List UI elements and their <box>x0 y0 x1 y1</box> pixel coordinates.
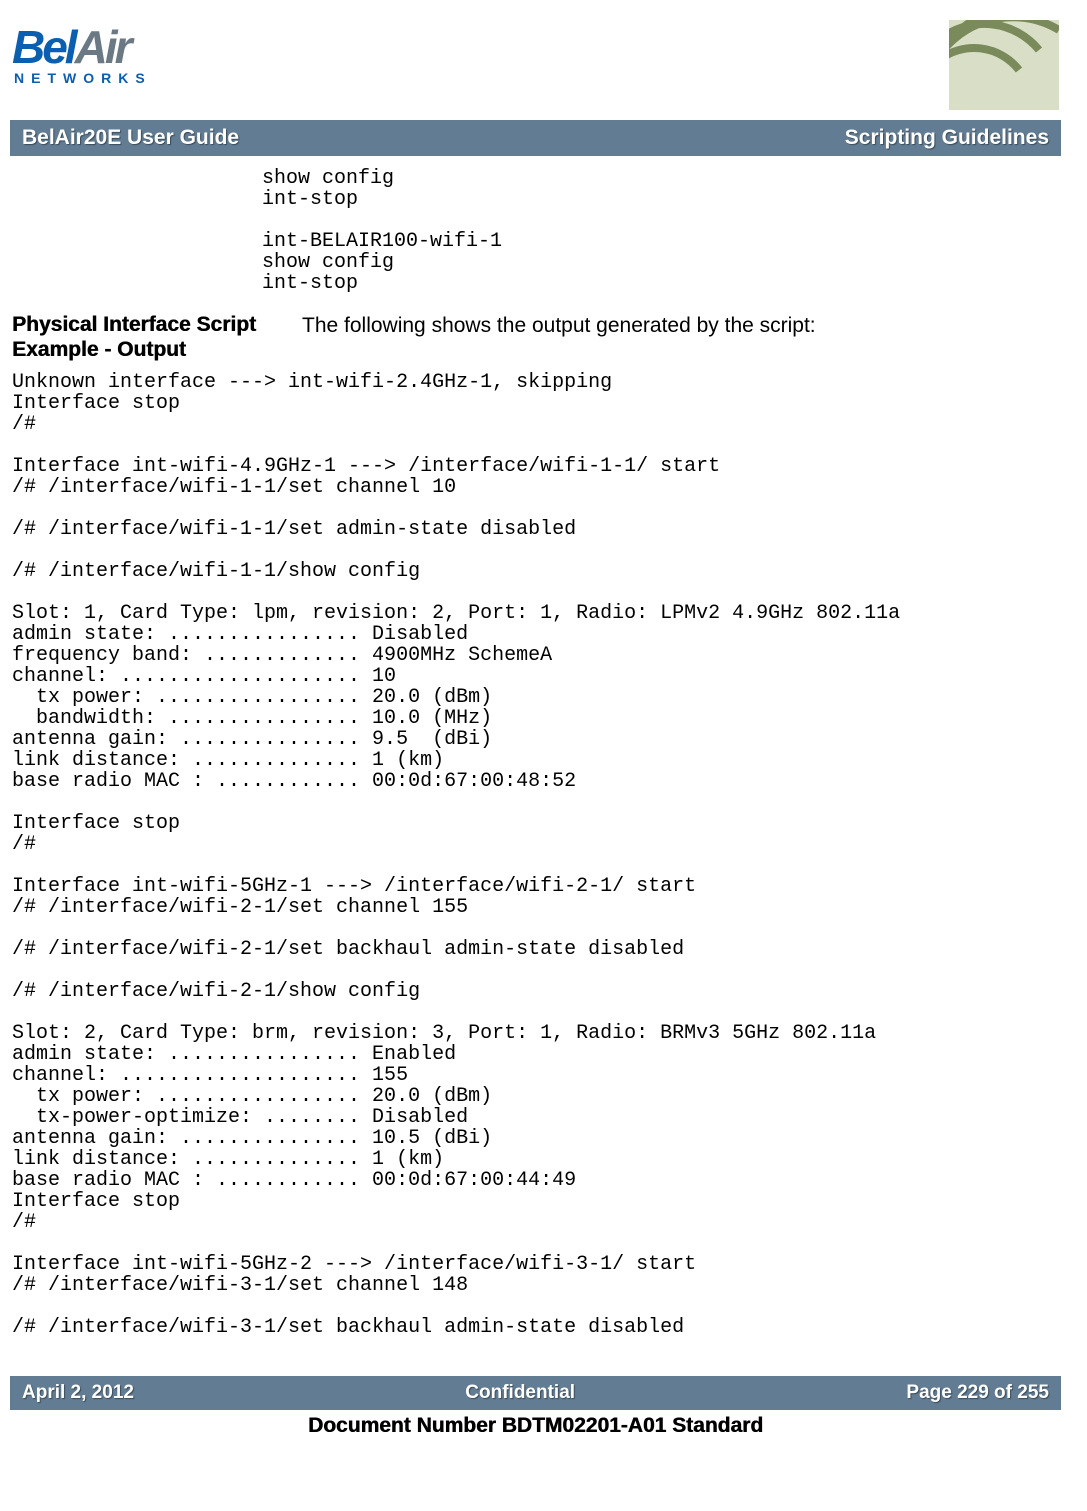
logo: BelAir NETWORKS <box>12 20 152 86</box>
footer-date: April 2, 2012 <box>22 1382 134 1404</box>
document-number: Document Number BDTM02201-A01 Standard <box>12 1414 1059 1438</box>
header: BelAir NETWORKS <box>12 20 1059 110</box>
main-code-block: Unknown interface ---> int-wifi-2.4GHz-1… <box>12 372 1059 1338</box>
logo-networks: NETWORKS <box>14 70 152 86</box>
footer-confidential: Confidential <box>465 1382 575 1404</box>
title-right: Scripting Guidelines <box>845 126 1049 150</box>
wave-icon <box>949 20 1059 110</box>
top-code-block: show config int-stop int-BELAIR100-wifi-… <box>262 168 1059 294</box>
section-description: The following shows the output generated… <box>302 312 816 339</box>
section-heading-row: Physical Interface Script Example - Outp… <box>12 312 1059 362</box>
section-title: Physical Interface Script Example - Outp… <box>12 312 282 362</box>
logo-air: Air <box>75 21 130 73</box>
footer-bar: April 2, 2012 Confidential Page 229 of 2… <box>10 1376 1061 1410</box>
footer-page: Page 229 of 255 <box>906 1382 1049 1404</box>
logo-text: BelAir <box>12 20 130 74</box>
title-bar: BelAir20E User Guide Scripting Guideline… <box>10 120 1061 156</box>
title-left: BelAir20E User Guide <box>22 126 239 150</box>
logo-bel: Bel <box>12 21 75 73</box>
